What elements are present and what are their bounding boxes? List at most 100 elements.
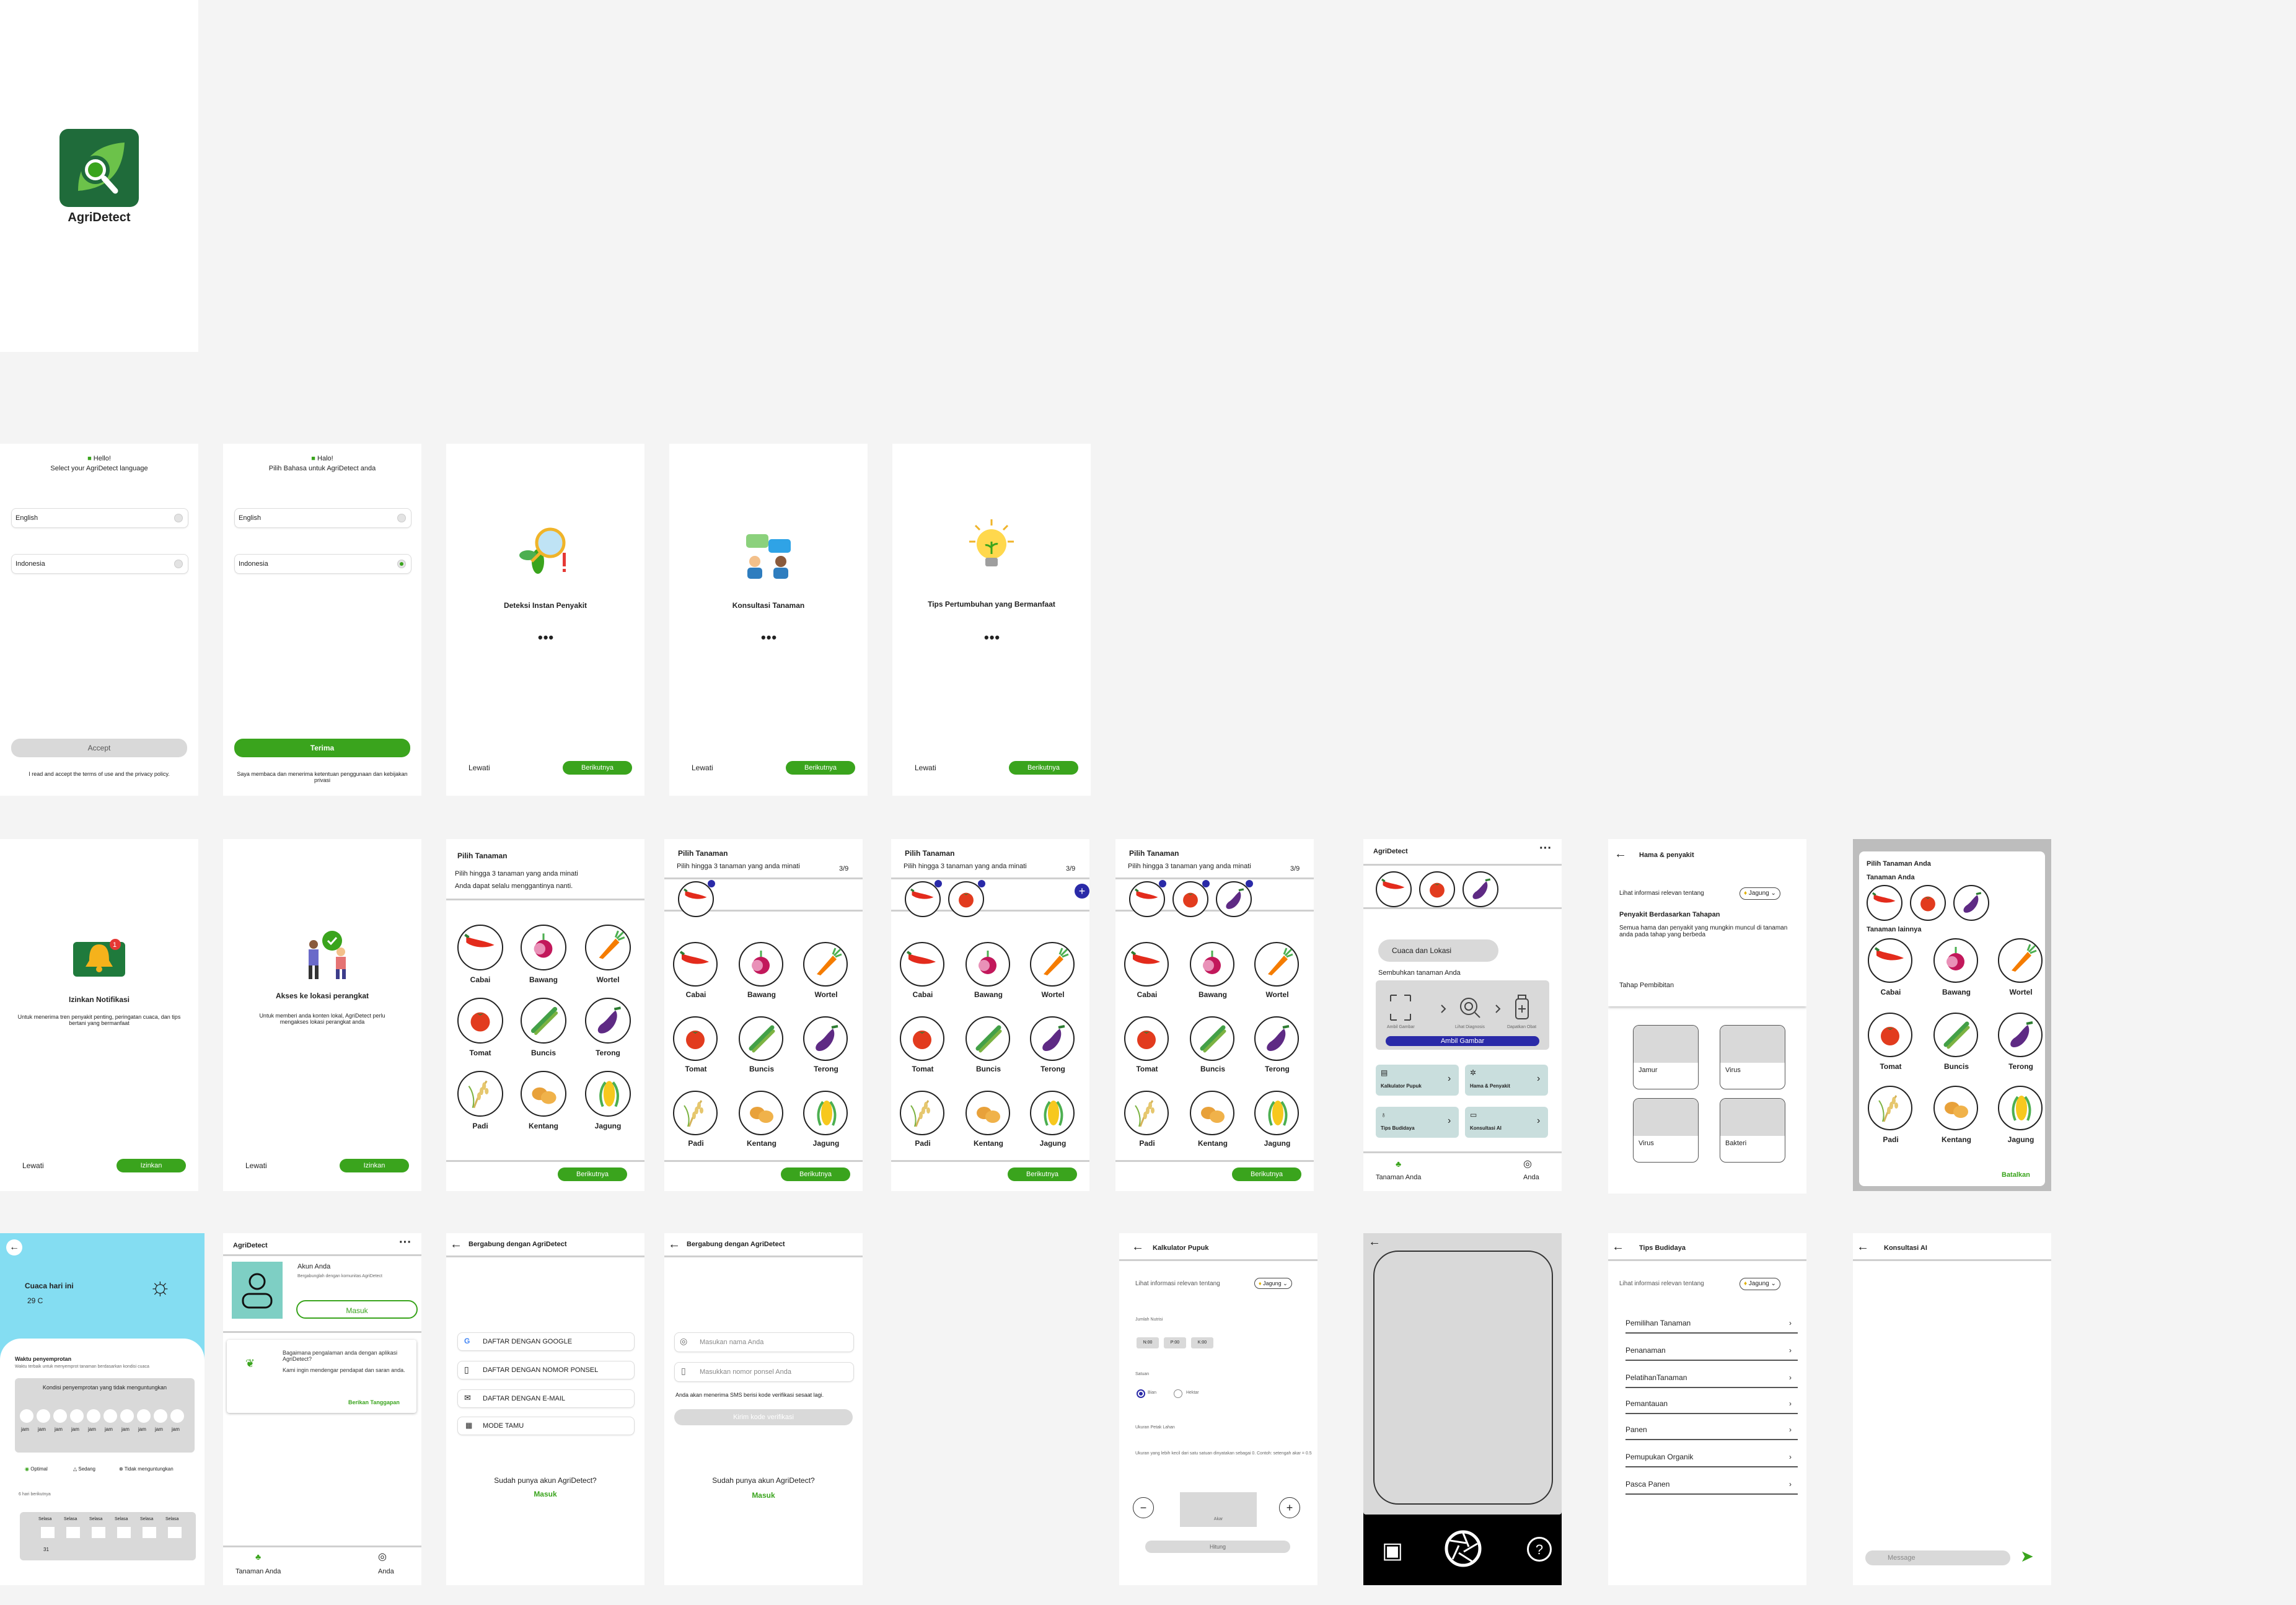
crop-kentang[interactable] xyxy=(965,1091,1010,1135)
nav-you[interactable]: Anda xyxy=(1523,1174,1539,1181)
crop-padi[interactable] xyxy=(1868,1086,1912,1130)
crop-kentang[interactable] xyxy=(1933,1086,1978,1130)
crop-buncis[interactable] xyxy=(1190,1016,1234,1061)
back-arrow-icon[interactable]: ← xyxy=(1132,1241,1144,1253)
crop-terong[interactable] xyxy=(1254,1016,1299,1061)
send-code-button[interactable]: Kirim kode verifikasi xyxy=(674,1409,853,1425)
skip-link[interactable]: Lewati xyxy=(692,763,713,772)
tips-list-item[interactable]: Pemantauan › xyxy=(1625,1399,1798,1414)
crop-wortel[interactable] xyxy=(803,942,848,987)
crop-tomat[interactable] xyxy=(948,880,985,917)
skip-link[interactable]: Lewati xyxy=(22,1161,44,1170)
day-forecast-box[interactable] xyxy=(168,1527,182,1538)
skip-link[interactable]: Lewati xyxy=(245,1161,267,1170)
radio-bian[interactable] xyxy=(1137,1389,1145,1398)
language-option-english[interactable]: English xyxy=(234,508,411,528)
more-icon[interactable]: ··· xyxy=(399,1236,411,1250)
tips-list-item[interactable]: Panen › xyxy=(1625,1425,1798,1440)
crop-wortel[interactable] xyxy=(1030,942,1075,987)
crop-tomat[interactable] xyxy=(1419,871,1455,907)
crop-kentang[interactable] xyxy=(1190,1091,1234,1135)
crop-bawang[interactable] xyxy=(521,925,566,970)
crop-padi[interactable] xyxy=(673,1091,718,1135)
tips-list-item[interactable]: Pemupukan Organik › xyxy=(1625,1453,1798,1467)
remove-badge-icon[interactable] xyxy=(978,880,985,887)
plant-icon[interactable]: ♣ xyxy=(1396,1159,1401,1169)
crop-cabai[interactable] xyxy=(1867,885,1902,921)
user-icon[interactable]: ◎ xyxy=(1523,1158,1532,1170)
tips-list-item[interactable]: Pemilihan Tanaman › xyxy=(1625,1319,1798,1334)
ai-consult-card[interactable]: ▭ Konsultasi AI › xyxy=(1465,1107,1548,1138)
crop-bawang[interactable] xyxy=(965,942,1010,987)
crop-buncis[interactable] xyxy=(739,1016,783,1061)
next-button[interactable]: Berikutnya xyxy=(781,1167,850,1181)
crop-padi[interactable] xyxy=(900,1091,944,1135)
cancel-button[interactable]: Batalkan xyxy=(2002,1171,2030,1179)
back-arrow-icon[interactable]: ← xyxy=(1857,1241,1869,1253)
name-input[interactable]: ◎ Masukan nama Anda xyxy=(674,1332,854,1352)
crop-buncis[interactable] xyxy=(965,1016,1010,1061)
crop-jagung[interactable] xyxy=(1998,1086,2043,1130)
crop-cabai[interactable] xyxy=(1129,880,1166,917)
crop-dropdown[interactable]: ♦ Jagung ⌄ xyxy=(1740,1278,1780,1290)
accept-button[interactable]: Accept xyxy=(11,739,187,757)
next-button[interactable]: Berikutnya xyxy=(1232,1167,1301,1181)
login-button[interactable]: Masuk xyxy=(296,1300,418,1319)
pest-category-card[interactable]: Virus xyxy=(1720,1025,1785,1089)
crop-jagung[interactable] xyxy=(803,1091,848,1135)
take-photo-button[interactable]: Ambil Gambar xyxy=(1386,1036,1539,1046)
crop-terong[interactable] xyxy=(803,1016,848,1061)
nav-you[interactable]: Anda xyxy=(378,1568,394,1575)
nutrient-chip[interactable]: K:00 xyxy=(1191,1337,1213,1348)
crop-bawang[interactable] xyxy=(739,942,783,987)
back-arrow-icon[interactable]: ← xyxy=(1368,1236,1381,1248)
crop-padi[interactable] xyxy=(1124,1091,1169,1135)
tips-list-item[interactable]: Pasca Panen › xyxy=(1625,1480,1798,1495)
crop-jagung[interactable] xyxy=(1030,1091,1075,1135)
nutrient-chip[interactable]: P:00 xyxy=(1164,1337,1186,1348)
crop-jagung[interactable] xyxy=(585,1071,631,1117)
stage-tab[interactable]: Tahap Pembibitan xyxy=(1619,982,1674,989)
cultivation-tips-card[interactable]: ♁ Tips Budidaya › xyxy=(1376,1107,1459,1138)
crop-terong[interactable] xyxy=(585,998,631,1044)
remove-badge-icon[interactable] xyxy=(935,880,942,887)
remove-badge-icon[interactable] xyxy=(1159,880,1166,887)
more-icon[interactable]: ··· xyxy=(1539,842,1552,856)
crop-terong[interactable] xyxy=(1216,880,1253,917)
skip-link[interactable]: Lewati xyxy=(468,763,490,772)
crop-terong[interactable] xyxy=(1030,1016,1075,1061)
email-signup-button[interactable]: ✉ DAFTAR DENGAN E-MAIL xyxy=(457,1389,635,1408)
pest-category-card[interactable]: Jamur xyxy=(1633,1025,1699,1089)
crop-terong[interactable] xyxy=(1462,871,1498,907)
login-link[interactable]: Masuk xyxy=(664,1491,863,1500)
crop-tomat[interactable] xyxy=(457,998,503,1044)
help-icon[interactable]: ? xyxy=(1527,1537,1552,1562)
back-arrow-icon[interactable]: ← xyxy=(6,1239,22,1255)
gallery-icon[interactable]: ▣ xyxy=(1382,1538,1403,1563)
crop-cabai[interactable] xyxy=(1124,942,1169,987)
tips-list-item[interactable]: PelatihanTanaman › xyxy=(1625,1373,1798,1388)
nav-your-crops[interactable]: Tanaman Anda xyxy=(1376,1174,1421,1181)
next-button[interactable]: Berikutnya xyxy=(1008,1167,1077,1181)
give-feedback-link[interactable]: Berikan Tanggapan xyxy=(348,1399,400,1405)
crop-wortel[interactable] xyxy=(585,925,631,970)
crop-bawang[interactable] xyxy=(1933,938,1978,983)
back-arrow-icon[interactable]: ← xyxy=(668,1238,680,1251)
crop-cabai[interactable] xyxy=(678,880,715,917)
crop-kentang[interactable] xyxy=(521,1071,566,1117)
guest-mode-button[interactable]: ▦ MODE TAMU xyxy=(457,1417,635,1435)
phone-signup-button[interactable]: ▯ DAFTAR DENGAN NOMOR PONSEL xyxy=(457,1361,635,1379)
next-button[interactable]: Berikutnya xyxy=(786,761,855,775)
crop-tomat[interactable] xyxy=(673,1016,718,1061)
day-forecast-box[interactable] xyxy=(92,1527,105,1538)
crop-jagung[interactable] xyxy=(1254,1091,1299,1135)
phone-input[interactable]: ▯ Masukkan nomor ponsel Anda xyxy=(674,1362,854,1382)
increment-button[interactable]: + xyxy=(1279,1497,1300,1518)
language-option-english[interactable]: English xyxy=(11,508,188,528)
allow-button[interactable]: Izinkan xyxy=(340,1159,409,1172)
crop-kentang[interactable] xyxy=(739,1091,783,1135)
decrement-button[interactable]: − xyxy=(1133,1497,1154,1518)
google-signup-button[interactable]: G DAFTAR DENGAN GOOGLE xyxy=(457,1332,635,1351)
crop-cabai[interactable] xyxy=(1868,938,1912,983)
radio-indonesia[interactable] xyxy=(397,560,406,568)
